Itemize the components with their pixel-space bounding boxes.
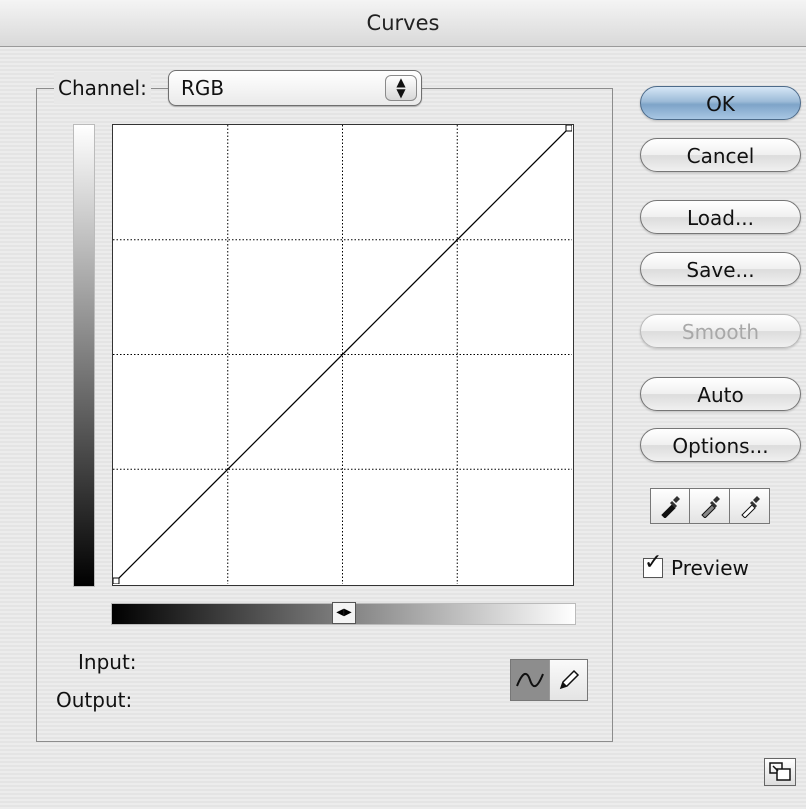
curve-graph[interactable] xyxy=(112,124,574,586)
curve-line[interactable] xyxy=(113,125,572,584)
load-button[interactable]: Load... xyxy=(640,200,801,234)
ok-button[interactable]: OK xyxy=(640,86,801,120)
curve-tool-button[interactable] xyxy=(511,660,549,700)
channel-select[interactable]: RGB ▲ ▼ xyxy=(168,70,422,106)
cancel-button[interactable]: Cancel xyxy=(640,138,801,172)
input-label: Input: xyxy=(78,650,137,674)
curve-tool-icon xyxy=(516,672,544,688)
preview-label: Preview xyxy=(671,556,749,580)
black-eyedropper-icon xyxy=(661,496,680,518)
white-eyedropper-button[interactable] xyxy=(730,488,770,524)
pencil-tool-icon xyxy=(559,669,579,690)
gradient-toggle-button[interactable]: ◀▶ xyxy=(332,602,356,624)
channel-label: Channel: xyxy=(54,72,151,104)
smooth-button[interactable]: Smooth xyxy=(640,314,801,348)
preview-checkbox[interactable]: ✓ xyxy=(643,552,663,578)
curve-control-point[interactable] xyxy=(113,577,120,584)
gray-eyedropper-icon xyxy=(700,496,720,518)
pencil-tool-button[interactable] xyxy=(549,660,587,700)
window-title: Curves xyxy=(0,0,806,47)
black-eyedropper-button[interactable] xyxy=(650,488,690,524)
auto-button[interactable]: Auto xyxy=(640,377,801,411)
curves-dialog: Curves Channel: RGB ▲ ▼ ◀▶ Input: Output:… xyxy=(0,0,806,809)
save-button[interactable]: Save... xyxy=(640,252,801,286)
output-label: Output: xyxy=(56,688,133,712)
curve-svg[interactable] xyxy=(113,125,572,584)
resize-toggle-button[interactable] xyxy=(764,758,796,786)
preview-option[interactable]: ✓ Preview xyxy=(643,552,749,580)
channel-value: RGB xyxy=(181,76,225,100)
eyedropper-group xyxy=(650,488,770,524)
white-eyedropper-icon xyxy=(740,496,760,518)
resize-icon xyxy=(769,762,791,781)
stepper-icon: ▲ ▼ xyxy=(385,75,417,101)
options-button[interactable]: Options... xyxy=(640,428,801,462)
checkmark-icon: ✓ xyxy=(644,550,663,575)
output-gradient-bar xyxy=(73,124,95,587)
curve-control-point[interactable] xyxy=(565,125,572,132)
gray-eyedropper-button[interactable] xyxy=(690,488,730,524)
curve-tools xyxy=(510,659,588,701)
